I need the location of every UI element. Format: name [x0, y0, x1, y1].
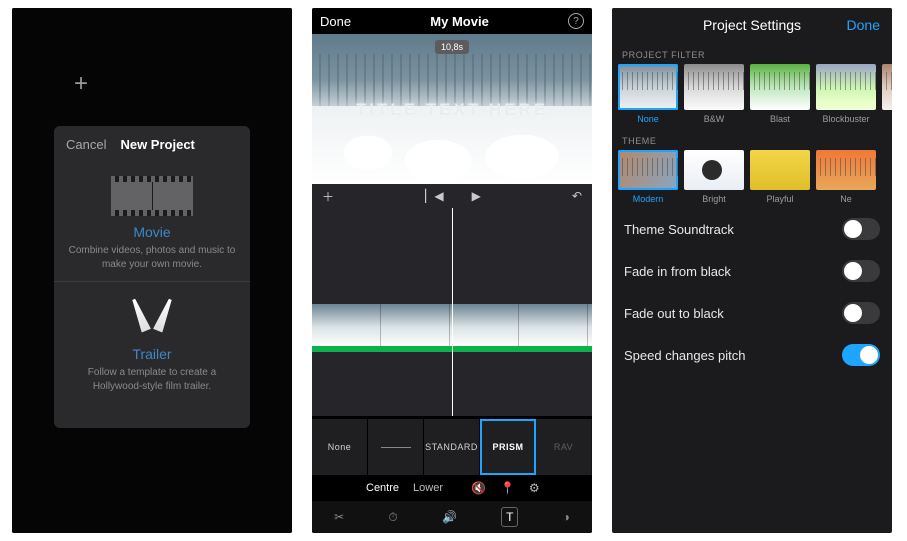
option-movie-desc: Combine videos, photos and music to make…: [68, 244, 236, 271]
bottom-toolbar: ✂ ⏱ 🔊 T ◑: [312, 501, 592, 533]
spotlight-icon: [127, 296, 177, 338]
editor-header: Done My Movie ?: [312, 8, 592, 34]
undo-icon[interactable]: ↶: [572, 189, 582, 203]
speed-icon[interactable]: ⏱: [388, 510, 397, 525]
theme-bright[interactable]: Bright: [684, 150, 744, 204]
option-movie[interactable]: Movie Combine videos, photos and music t…: [54, 162, 250, 281]
panel-new-project: + Cancel New Project Movie Combine video…: [12, 8, 292, 533]
position-centre[interactable]: Centre: [366, 482, 399, 494]
done-button[interactable]: Done: [320, 14, 351, 29]
panel-editor: Done My Movie ? 10,8s TITLE TEXT HERE ＋ …: [312, 8, 592, 533]
mute-icon[interactable]: 🔇: [471, 481, 486, 495]
option-trailer-desc: Follow a template to create a Hollywood-…: [68, 366, 236, 393]
setting-label: Speed changes pitch: [624, 348, 745, 363]
prev-frame-icon[interactable]: ▏◀: [425, 189, 443, 203]
title-style-more[interactable]: RAV: [536, 419, 592, 475]
title-style-prism[interactable]: PRISM: [480, 419, 536, 475]
setting-label: Fade in from black: [624, 264, 731, 279]
title-position-row: Centre Lower 🔇 📍 ⚙: [312, 475, 592, 501]
filter-none[interactable]: None: [618, 64, 678, 124]
filter-blockbuster[interactable]: Blockbuster: [816, 64, 876, 124]
volume-icon[interactable]: 🔊: [442, 510, 457, 524]
option-trailer[interactable]: Trailer Follow a template to create a Ho…: [54, 282, 250, 403]
filter-blast[interactable]: Blast: [750, 64, 810, 124]
settings-header: Project Settings Done: [612, 8, 892, 42]
add-icon[interactable]: +: [74, 70, 88, 98]
play-icon[interactable]: ▶: [472, 189, 481, 203]
section-filter-label: PROJECT FILTER: [612, 42, 892, 64]
title-style-simple[interactable]: [368, 419, 424, 475]
project-title: My Movie: [430, 14, 489, 29]
setting-fade-in: Fade in from black: [612, 250, 892, 292]
cancel-button[interactable]: Cancel: [66, 137, 106, 152]
setting-theme-soundtrack: Theme Soundtrack: [612, 208, 892, 250]
theme-row[interactable]: Modern Bright Playful Ne: [612, 150, 892, 208]
position-lower[interactable]: Lower: [413, 482, 443, 494]
toggle-fade-out[interactable]: [842, 302, 880, 324]
pin-icon[interactable]: 📍: [500, 481, 515, 495]
help-icon[interactable]: ?: [568, 13, 584, 29]
setting-label: Theme Soundtrack: [624, 222, 734, 237]
sheet-header: Cancel New Project: [54, 126, 250, 162]
gear-icon[interactable]: ⚙: [529, 481, 540, 495]
toggle-speed-pitch[interactable]: [842, 344, 880, 366]
filter-row[interactable]: None B&W Blast Blockbuster Blue: [612, 64, 892, 128]
title-style-picker: None STANDARD PRISM RAV: [312, 419, 592, 475]
section-theme-label: THEME: [612, 128, 892, 150]
preview-viewport: 10,8s TITLE TEXT HERE: [312, 34, 592, 184]
title-style-standard[interactable]: STANDARD: [424, 419, 480, 475]
theme-playful[interactable]: Playful: [750, 150, 810, 204]
filters-tool-icon[interactable]: ◑: [563, 510, 570, 524]
add-media-icon[interactable]: ＋: [322, 188, 334, 205]
timeline[interactable]: ＋ ▏◀ ▶ ↶: [312, 184, 592, 416]
filter-bw[interactable]: B&W: [684, 64, 744, 124]
toggle-fade-in[interactable]: [842, 260, 880, 282]
toggle-theme-soundtrack[interactable]: [842, 218, 880, 240]
new-project-sheet: Cancel New Project Movie Combine videos,…: [54, 126, 250, 428]
title-overlay-text[interactable]: TITLE TEXT HERE: [312, 100, 592, 120]
option-trailer-label: Trailer: [68, 346, 236, 362]
scissors-icon[interactable]: ✂: [334, 510, 344, 524]
filmstrip-icon: [111, 176, 193, 216]
option-movie-label: Movie: [68, 224, 236, 240]
playhead[interactable]: [452, 208, 453, 416]
title-style-none[interactable]: None: [312, 419, 368, 475]
setting-fade-out: Fade out to black: [612, 292, 892, 334]
panel-settings: Project Settings Done PROJECT FILTER Non…: [612, 8, 892, 533]
filter-blue[interactable]: Blue: [882, 64, 892, 124]
setting-label: Fade out to black: [624, 306, 724, 321]
theme-neon[interactable]: Ne: [816, 150, 876, 204]
setting-speed-pitch: Speed changes pitch: [612, 334, 892, 376]
done-button[interactable]: Done: [847, 17, 880, 33]
duration-badge: 10,8s: [435, 40, 469, 54]
settings-list: Theme Soundtrack Fade in from black Fade…: [612, 208, 892, 376]
sheet-title: New Project: [120, 137, 194, 152]
titles-tool-icon[interactable]: T: [501, 507, 518, 527]
theme-modern[interactable]: Modern: [618, 150, 678, 204]
